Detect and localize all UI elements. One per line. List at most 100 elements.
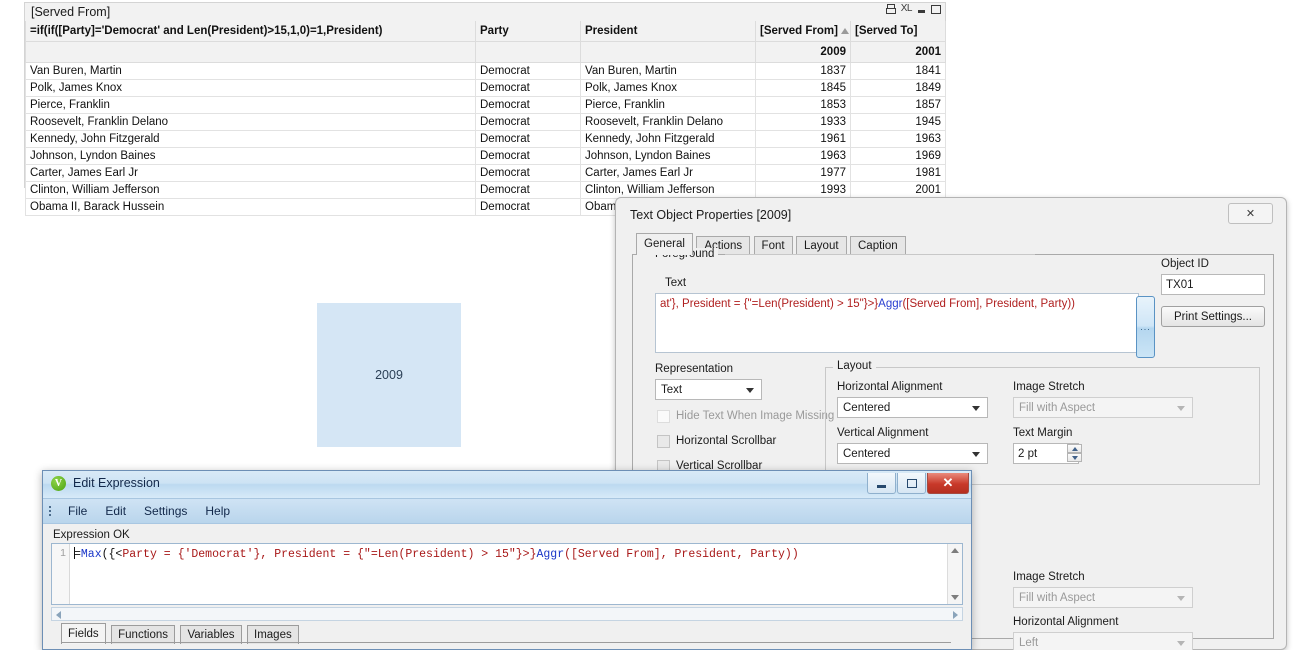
menu-edit[interactable]: Edit (96, 502, 135, 520)
cell-expression[interactable]: Van Buren, Martin (25, 62, 476, 80)
cell-president[interactable]: Carter, James Earl Jr (580, 164, 756, 182)
cell-served-to[interactable]: 1969 (850, 147, 946, 165)
code-horizontal-scrollbar[interactable] (51, 607, 963, 621)
text-margin-stepper[interactable] (1067, 444, 1082, 463)
menu-grip-icon[interactable] (49, 504, 52, 518)
cell-party[interactable]: Democrat (475, 130, 581, 148)
cell-served-to[interactable]: 1981 (850, 164, 946, 182)
minimize-button[interactable] (867, 473, 896, 494)
cell-president[interactable]: Pierce, Franklin (580, 96, 756, 114)
cell-expression[interactable]: Pierce, Franklin (25, 96, 476, 114)
cell-expression[interactable]: Polk, James Knox (25, 79, 476, 97)
cell-party[interactable]: Democrat (475, 62, 581, 80)
text-object-2009[interactable]: 2009 (317, 303, 461, 447)
minimize-icon[interactable] (917, 5, 926, 14)
table-row[interactable]: Clinton, William Jefferson Democrat Clinto… (25, 181, 946, 199)
text-expression-input[interactable]: at'}, President = {"=Len(President) > 15… (655, 293, 1139, 353)
object-id-input[interactable]: TX01 (1161, 274, 1265, 295)
cell-served-from[interactable]: 1993 (755, 181, 851, 199)
table-row[interactable]: Roosevelt, Franklin Delano Democrat Roosev… (25, 113, 946, 131)
stepper-up-icon[interactable] (1067, 444, 1082, 453)
tab-fields[interactable]: Fields (61, 623, 106, 644)
tab-caption[interactable]: Caption (850, 236, 906, 256)
representation-select[interactable]: Text (655, 379, 762, 400)
open-expression-editor-button[interactable]: ... (1136, 296, 1155, 358)
expression-code-editor[interactable]: 1 =Max({<Party = {'Democrat'}, President… (51, 543, 963, 605)
menu-help[interactable]: Help (196, 502, 239, 520)
table-row[interactable]: Johnson, Lyndon Baines Democrat Johnson, L… (25, 147, 946, 165)
cell-served-to[interactable]: 1849 (850, 79, 946, 97)
cell-served-from[interactable]: 1977 (755, 164, 851, 182)
excel-export-icon[interactable]: XL (901, 4, 913, 14)
tab-font[interactable]: Font (753, 236, 793, 256)
cell-expression[interactable]: Kennedy, John Fitzgerald (25, 130, 476, 148)
table-row[interactable]: Polk, James Knox Democrat Polk, James Knox… (25, 79, 946, 97)
cell-party[interactable]: Democrat (475, 113, 581, 131)
print-settings-button[interactable]: Print Settings... (1161, 306, 1265, 327)
cell-served-to[interactable]: 1963 (850, 130, 946, 148)
maximize-icon[interactable] (931, 4, 941, 14)
cell-served-from[interactable]: 1853 (755, 96, 851, 114)
table-row[interactable]: Pierce, Franklin Democrat Pierce, Franklin… (25, 96, 946, 114)
menu-settings[interactable]: Settings (135, 502, 196, 520)
maximize-button[interactable] (897, 473, 926, 494)
totals-cell-served-to: 2001 (850, 41, 946, 63)
table-row[interactable]: Carter, James Earl Jr Democrat Carter, Jam… (25, 164, 946, 182)
background-image-stretch-select[interactable]: Fill with Aspect (1013, 587, 1193, 608)
tablebox-caption[interactable]: [Served From] XL (25, 3, 945, 21)
tab-layout[interactable]: Layout (796, 236, 847, 256)
cell-president[interactable]: Kennedy, John Fitzgerald (580, 130, 756, 148)
image-stretch-select[interactable]: Fill with Aspect (1013, 397, 1193, 418)
menu-file[interactable]: File (59, 502, 96, 520)
cell-served-to[interactable]: 1857 (850, 96, 946, 114)
cell-president[interactable]: Johnson, Lyndon Baines (580, 147, 756, 165)
cell-party[interactable]: Democrat (475, 164, 581, 182)
cell-party[interactable]: Democrat (475, 198, 581, 216)
cell-expression[interactable]: Carter, James Earl Jr (25, 164, 476, 182)
code-vertical-scrollbar[interactable] (947, 544, 962, 604)
close-icon[interactable]: ✕ (1228, 203, 1273, 224)
cell-served-to[interactable]: 1945 (850, 113, 946, 131)
cell-president[interactable]: Polk, James Knox (580, 79, 756, 97)
close-button[interactable]: ✕ (927, 473, 969, 494)
horizontal-scrollbar-checkbox[interactable] (657, 435, 670, 448)
cell-served-from[interactable]: 1845 (755, 79, 851, 97)
cell-served-to[interactable]: 1841 (850, 62, 946, 80)
cell-party[interactable]: Democrat (475, 181, 581, 199)
cell-served-from[interactable]: 1837 (755, 62, 851, 80)
column-header-served-from[interactable]: [Served From] (755, 21, 851, 42)
cell-president[interactable]: Roosevelt, Franklin Delano (580, 113, 756, 131)
vertical-alignment-select[interactable]: Centered (837, 443, 988, 464)
scroll-left-icon[interactable] (56, 611, 61, 619)
edit-expression-menubar: File Edit Settings Help (43, 499, 971, 524)
cell-party[interactable]: Democrat (475, 147, 581, 165)
column-header-party[interactable]: Party (475, 21, 581, 42)
edit-expression-titlebar[interactable]: V Edit Expression ✕ (43, 471, 971, 499)
column-header-served-to[interactable]: [Served To] (850, 21, 946, 42)
cell-expression[interactable]: Roosevelt, Franklin Delano (25, 113, 476, 131)
hide-text-checkbox[interactable] (657, 410, 670, 423)
cell-served-from[interactable]: 1933 (755, 113, 851, 131)
stepper-down-icon[interactable] (1067, 453, 1082, 462)
cell-expression[interactable]: Obama II, Barack Hussein (25, 198, 476, 216)
scroll-up-icon[interactable] (951, 548, 959, 553)
print-icon[interactable] (885, 4, 896, 14)
cell-party[interactable]: Democrat (475, 79, 581, 97)
scroll-down-icon[interactable] (951, 595, 959, 600)
cell-served-from[interactable]: 1963 (755, 147, 851, 165)
background-halign-select[interactable]: Left (1013, 632, 1193, 650)
horizontal-alignment-select[interactable]: Centered (837, 397, 988, 418)
cell-expression[interactable]: Johnson, Lyndon Baines (25, 147, 476, 165)
column-header-expression[interactable]: =if(if([Party]='Democrat' and Len(Presid… (25, 21, 476, 42)
tab-general[interactable]: General (636, 233, 693, 255)
column-header-president[interactable]: President (580, 21, 756, 42)
scroll-right-icon[interactable] (953, 611, 958, 619)
cell-party[interactable]: Democrat (475, 96, 581, 114)
cell-president[interactable]: Van Buren, Martin (580, 62, 756, 80)
table-row[interactable]: Van Buren, Martin Democrat Van Buren, Mart… (25, 62, 946, 80)
table-row[interactable]: Kennedy, John Fitzgerald Democrat Kennedy,… (25, 130, 946, 148)
cell-served-to[interactable]: 2001 (850, 181, 946, 199)
cell-served-from[interactable]: 1961 (755, 130, 851, 148)
cell-expression[interactable]: Clinton, William Jefferson (25, 181, 476, 199)
cell-president[interactable]: Clinton, William Jefferson (580, 181, 756, 199)
